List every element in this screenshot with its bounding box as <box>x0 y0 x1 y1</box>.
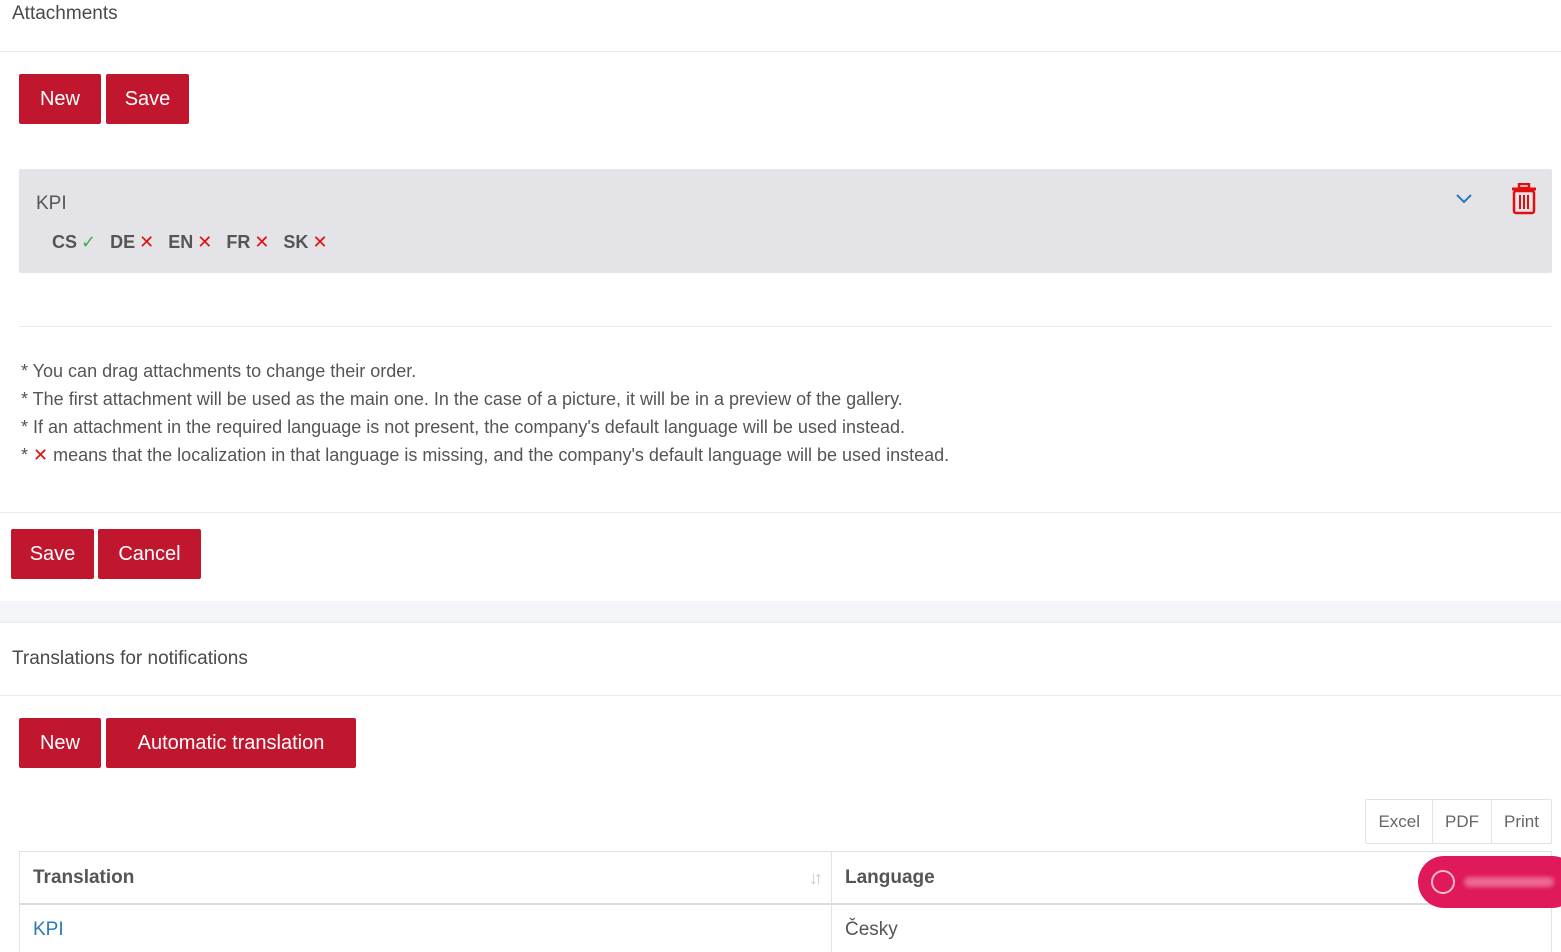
language-status-cs: CS ✓ <box>52 232 96 253</box>
cross-icon: ✕ <box>254 232 270 252</box>
export-excel-button[interactable]: Excel <box>1366 800 1434 843</box>
language-code: SK <box>283 232 309 252</box>
language-code: FR <box>226 232 251 252</box>
floating-widget[interactable] <box>1418 856 1561 908</box>
note-prefix: * <box>21 445 34 465</box>
table-cell-language: Česky <box>831 905 1552 952</box>
translations-header: Translations for notifications <box>0 624 1561 696</box>
language-status-en: EN ✕ <box>168 232 212 253</box>
divider <box>19 326 1552 327</box>
attachment-item[interactable]: KPI CS ✓ DE ✕ EN ✕ FR ✕ SK ✕ <box>19 169 1552 273</box>
attachment-notes: * You can drag attachments to change the… <box>21 357 949 469</box>
language-code: DE <box>110 232 136 252</box>
new-attachment-button[interactable]: New <box>19 74 101 124</box>
export-pdf-button[interactable]: PDF <box>1433 800 1493 843</box>
save-button[interactable]: Save <box>11 529 94 579</box>
language-status-de: DE ✕ <box>110 232 154 253</box>
automatic-translation-button[interactable]: Automatic translation <box>106 718 356 768</box>
note-line: * The first attachment will be used as t… <box>21 389 903 409</box>
attachment-name: KPI <box>36 193 67 214</box>
translations-title: Translations for notifications <box>12 648 248 669</box>
trash-icon[interactable] <box>1510 183 1538 215</box>
sort-icon[interactable]: ↓↑ <box>809 868 823 889</box>
language-value: Česky <box>845 919 898 940</box>
attachments-header: Attachments <box>0 0 1561 52</box>
attachments-title: Attachments <box>12 3 118 24</box>
export-buttons: Excel PDF Print <box>1365 799 1552 844</box>
translation-link[interactable]: KPI <box>33 919 64 941</box>
new-translation-button[interactable]: New <box>19 718 101 768</box>
note-line: * You can drag attachments to change the… <box>21 361 417 381</box>
print-button[interactable]: Print <box>1492 800 1551 843</box>
cancel-button[interactable]: Cancel <box>98 529 201 579</box>
section-separator <box>0 601 1561 623</box>
column-header-translation[interactable]: Translation ↓↑ <box>19 851 832 905</box>
column-label: Language <box>845 866 935 888</box>
note-line: * ✕ means that the localization in that … <box>21 441 949 469</box>
blurred-label <box>1464 877 1554 887</box>
cross-icon: ✕ <box>312 232 328 252</box>
divider <box>0 512 1561 513</box>
note-text: means that the localization in that lang… <box>48 445 950 465</box>
save-attachments-button[interactable]: Save <box>106 74 189 124</box>
language-code: CS <box>52 232 78 252</box>
cross-icon: ✕ <box>139 232 155 252</box>
spinner-icon <box>1431 870 1455 894</box>
cross-icon: ✕ <box>33 445 49 465</box>
table-cell-translation[interactable]: KPI <box>19 905 832 952</box>
cross-icon: ✕ <box>197 232 213 252</box>
language-code: EN <box>168 232 194 252</box>
chevron-down-icon[interactable] <box>1452 187 1476 211</box>
note-line: * If an attachment in the required langu… <box>21 417 906 437</box>
column-label: Translation <box>33 866 135 888</box>
attachment-languages: CS ✓ DE ✕ EN ✕ FR ✕ SK ✕ <box>52 232 328 253</box>
check-icon: ✓ <box>81 232 97 252</box>
language-status-fr: FR ✕ <box>226 232 269 253</box>
language-status-sk: SK ✕ <box>283 232 327 253</box>
